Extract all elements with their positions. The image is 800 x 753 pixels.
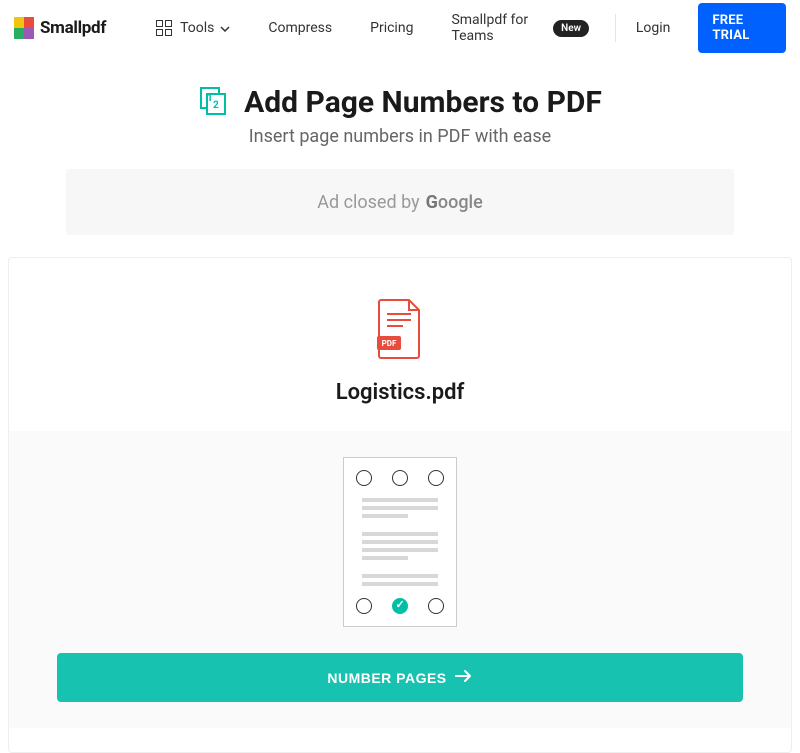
position-bottom-center[interactable] bbox=[392, 598, 408, 614]
nav-pricing-label: Pricing bbox=[370, 20, 413, 36]
free-trial-button[interactable]: FREE TRIAL bbox=[698, 3, 786, 53]
arrow-right-icon bbox=[455, 669, 473, 686]
nav-compress[interactable]: Compress bbox=[258, 14, 342, 42]
position-bottom-right[interactable] bbox=[428, 598, 444, 614]
logo-icon bbox=[14, 17, 34, 39]
svg-text:1: 1 bbox=[207, 93, 213, 104]
nav-login[interactable]: Login bbox=[626, 14, 681, 42]
page-subtitle: Insert page numbers in PDF with ease bbox=[0, 126, 800, 147]
grid-icon bbox=[156, 20, 172, 36]
page-number-icon: 1 2 bbox=[198, 84, 230, 120]
chevron-down-icon bbox=[220, 20, 230, 36]
nav-tools-label: Tools bbox=[180, 20, 214, 36]
number-pages-label: NUMBER PAGES bbox=[327, 670, 446, 686]
brand-logo[interactable]: Smallpdf bbox=[14, 17, 106, 39]
ad-text: Ad closed by bbox=[317, 192, 419, 213]
new-badge: New bbox=[553, 20, 589, 37]
page-header: 1 2 Add Page Numbers to PDF Insert page … bbox=[0, 84, 800, 147]
free-trial-label: FREE TRIAL bbox=[712, 13, 749, 43]
svg-text:2: 2 bbox=[213, 100, 219, 111]
nav-login-label: Login bbox=[636, 20, 671, 36]
nav-teams-label: Smallpdf for Teams bbox=[451, 12, 547, 44]
nav-teams[interactable]: Smallpdf for Teams New bbox=[441, 6, 599, 50]
ad-closed-banner: Ad closed by Google bbox=[66, 169, 734, 235]
pdf-file-icon: PDF bbox=[375, 345, 425, 364]
nav-pricing[interactable]: Pricing bbox=[360, 14, 423, 42]
brand-name: Smallpdf bbox=[40, 18, 106, 38]
nav-compress-label: Compress bbox=[268, 20, 332, 36]
svg-text:PDF: PDF bbox=[382, 339, 397, 348]
position-top-left[interactable] bbox=[356, 470, 372, 486]
number-pages-button[interactable]: NUMBER PAGES bbox=[57, 653, 743, 702]
position-top-center[interactable] bbox=[392, 470, 408, 486]
nav-tools[interactable]: Tools bbox=[146, 14, 240, 42]
main-card: PDF Logistics.pdf NUMBER PAGES bbox=[8, 257, 792, 753]
position-bottom-left[interactable] bbox=[356, 598, 372, 614]
top-nav: Smallpdf Tools Compress Pricing Smallpdf… bbox=[0, 0, 800, 56]
file-preview: PDF Logistics.pdf bbox=[9, 258, 791, 405]
document-lines-icon bbox=[362, 498, 438, 586]
nav-divider bbox=[615, 14, 616, 42]
position-picker bbox=[343, 457, 457, 627]
position-top-right[interactable] bbox=[428, 470, 444, 486]
page-title: Add Page Numbers to PDF bbox=[244, 85, 602, 120]
google-logo-text: Google bbox=[426, 192, 483, 213]
file-name: Logistics.pdf bbox=[9, 380, 791, 405]
options-section: NUMBER PAGES bbox=[9, 431, 791, 728]
